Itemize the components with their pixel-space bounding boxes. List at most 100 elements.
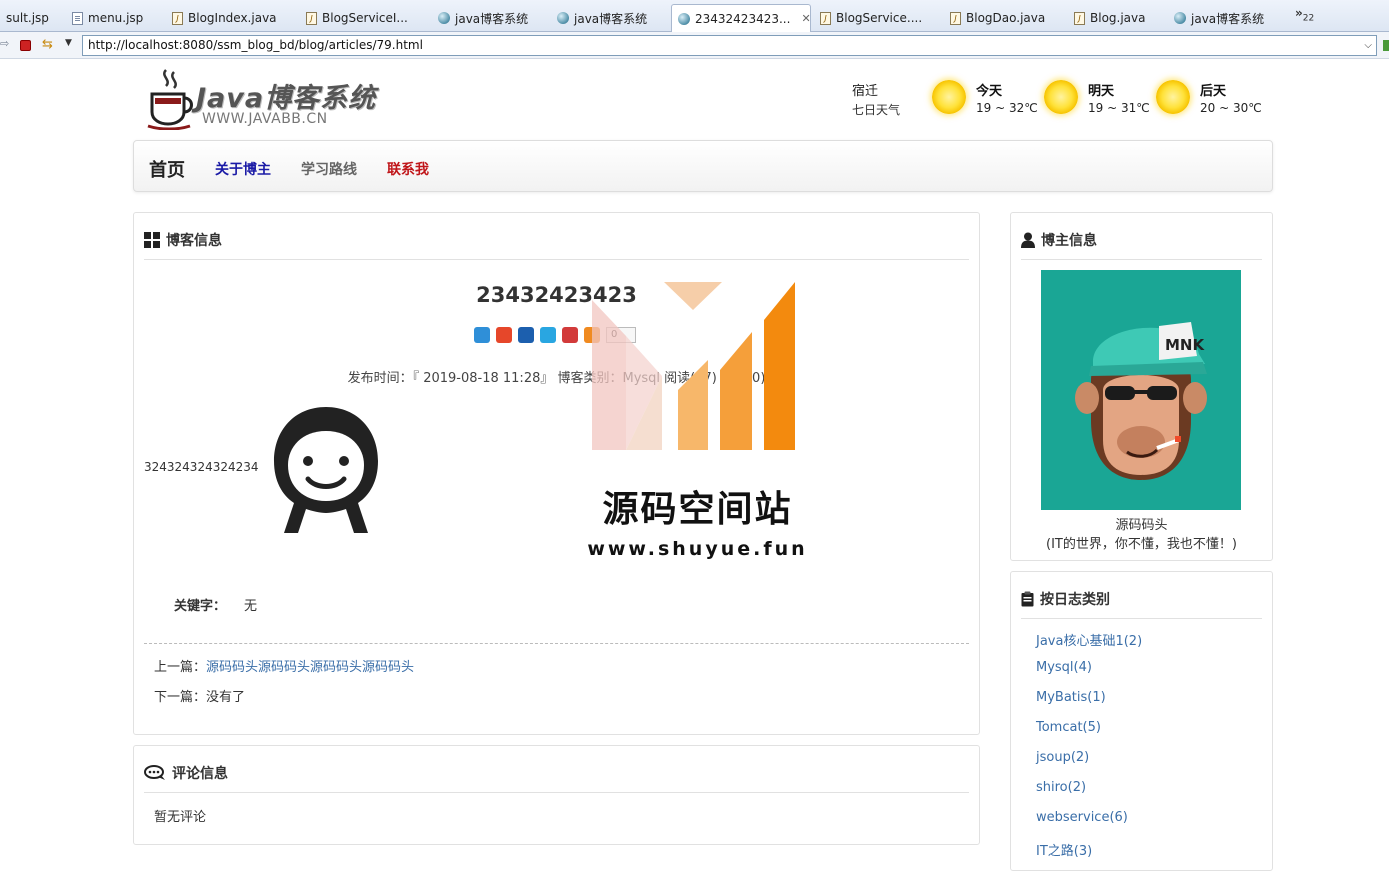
java-file-icon: J	[306, 11, 317, 25]
user-icon	[1021, 232, 1035, 248]
tab-label: java博客系统	[1191, 11, 1265, 26]
address-bar: ⇨ ⇆ ▼ http://localhost:8080/ssm_blog_bd/…	[0, 32, 1389, 59]
tab-blogindex-java[interactable]: J BlogIndex.java	[166, 6, 296, 30]
stop-icon[interactable]	[20, 40, 31, 51]
owner-name: 源码码头	[1115, 518, 1168, 533]
tab-label: BlogService....	[836, 11, 923, 25]
weather-city: 宿迁	[852, 84, 879, 99]
close-icon[interactable]: ✕	[801, 12, 810, 25]
weather-day-label: 明天	[1088, 84, 1115, 99]
tab-blogdao-java[interactable]: J BlogDao.java	[944, 6, 1054, 30]
nav-contact[interactable]: 联系我	[387, 159, 429, 179]
grid-icon	[144, 232, 160, 248]
sun-icon	[932, 80, 966, 114]
category-item[interactable]: Java核心基础1(2)	[1036, 630, 1142, 660]
weather-day-after: 后天 20 ~ 30℃	[1156, 78, 1266, 122]
prev-article: 上一篇：源码码头源码码头源码码头源码码头	[154, 656, 414, 675]
qzone-share-icon[interactable]	[474, 327, 490, 343]
globe-icon	[557, 12, 569, 24]
weather-day-temp: 19 ~ 31℃	[1088, 101, 1150, 115]
chevron-down-icon[interactable]: ▼	[65, 38, 72, 48]
divider	[144, 643, 969, 644]
category-list: Java核心基础1(2) Mysql(4) MyBatis(1) Tomcat(…	[1036, 630, 1142, 870]
coffee-cup-icon	[147, 69, 193, 131]
douban-share-icon[interactable]	[562, 327, 578, 343]
panel-header: 博主信息	[1021, 213, 1262, 260]
article-title: 23432423423	[476, 283, 637, 307]
tab-menu-jsp[interactable]: menu.jsp	[66, 6, 162, 30]
tab-blog-java[interactable]: J Blog.java	[1068, 6, 1158, 30]
weibo-share-icon[interactable]	[496, 327, 512, 343]
keywords-row: 关键字： 无	[174, 595, 257, 614]
sun-icon	[1156, 80, 1190, 114]
go-icon[interactable]	[1383, 40, 1389, 51]
weather-day-temp: 19 ~ 32℃	[976, 101, 1038, 115]
editor-tab-bar: sult.jsp menu.jsp J BlogIndex.java J Blo…	[0, 0, 1389, 32]
next-article-value: 没有了	[206, 690, 246, 705]
tqq-share-icon[interactable]	[540, 327, 556, 343]
tab-label: BlogDao.java	[966, 11, 1046, 25]
main-navbar: 首页 关于博主 学习路线 联系我	[133, 140, 1273, 192]
weather-today: 今天 19 ~ 32℃	[932, 78, 1042, 122]
tab-java-blog-3[interactable]: java博客系统	[1168, 6, 1286, 30]
panel-title: 按日志类别	[1040, 592, 1110, 608]
nav-learning-path[interactable]: 学习路线	[301, 159, 357, 179]
tab-blogservice[interactable]: J BlogService....	[814, 6, 942, 30]
tab-label: BlogServiceI...	[322, 11, 408, 25]
tab-article-active[interactable]: 23432423423... ✕	[671, 4, 811, 32]
tab-java-blog-1[interactable]: java博客系统	[432, 6, 546, 30]
category-item[interactable]: Tomcat(5)	[1036, 720, 1142, 750]
avatar-cap-text: MNK	[1165, 336, 1205, 354]
logo-title: Java博客系统	[196, 83, 377, 114]
monkey-avatar-image	[1041, 270, 1241, 510]
java-file-icon: J	[172, 11, 183, 25]
category-item[interactable]: webservice(6)	[1036, 810, 1142, 840]
java-file-icon: J	[1074, 11, 1085, 25]
tab-label: java博客系统	[574, 11, 648, 26]
avatar: MNK	[1041, 270, 1241, 510]
tab-label: Blog.java	[1090, 11, 1146, 25]
nav-home[interactable]: 首页	[149, 156, 185, 182]
tab-overflow-button[interactable]: »22	[1295, 6, 1314, 23]
tab-java-blog-2[interactable]: java博客系统	[551, 6, 667, 30]
java-file-icon: J	[950, 11, 961, 25]
tab-result-jsp[interactable]: sult.jsp	[0, 6, 62, 30]
article-body-text: 324324324324234	[144, 460, 259, 474]
renren-share-icon[interactable]	[518, 327, 534, 343]
weather-day-temp: 20 ~ 30℃	[1200, 101, 1262, 115]
category-item[interactable]: MyBatis(1)	[1036, 690, 1142, 720]
panel-title: 博客信息	[166, 233, 222, 249]
site-logo[interactable]: Java博客系统 WWW.JAVABB.CN	[146, 68, 386, 132]
tab-blogservicei[interactable]: J BlogServiceI...	[300, 6, 428, 30]
next-article: 下一篇：没有了	[154, 686, 245, 705]
category-item[interactable]: Mysql(4)	[1036, 660, 1142, 690]
weather-day-label: 后天	[1200, 84, 1227, 99]
tab-label: java博客系统	[455, 11, 529, 26]
panel-header: 评论信息	[144, 746, 969, 793]
nav-about[interactable]: 关于博主	[215, 159, 271, 179]
globe-icon	[1174, 12, 1186, 24]
weather-note: 七日天气	[852, 103, 901, 117]
category-item[interactable]: shiro(2)	[1036, 780, 1142, 810]
file-icon	[72, 11, 83, 25]
more-share-icon[interactable]	[584, 327, 600, 343]
panel-header: 博客信息	[144, 213, 969, 260]
no-comments-text: 暂无评论	[154, 810, 207, 825]
logo-subtitle: WWW.JAVABB.CN	[202, 111, 328, 127]
prev-article-link[interactable]: 源码码头源码码头源码码头源码码头	[206, 660, 414, 675]
blog-info-panel: 博客信息 23432423423 0 发布时间：『 2019-08-18 11:…	[133, 212, 980, 735]
prev-label: 上一篇：	[154, 660, 207, 675]
next-label: 下一篇：	[154, 690, 207, 705]
article-meta: 发布时间：『 2019-08-18 11:28』 博客类别：Mysql 阅读(1…	[347, 371, 766, 386]
category-item[interactable]: jsoup(2)	[1036, 750, 1142, 780]
category-item[interactable]: IT之路(3)	[1036, 840, 1142, 870]
panel-title: 评论信息	[172, 766, 228, 782]
owner-signature: (IT的世界，你不懂，我也不懂！)	[1046, 537, 1237, 552]
back-arrow-icon[interactable]: ⇨	[0, 38, 9, 49]
tab-label: sult.jsp	[6, 11, 49, 25]
url-input[interactable]: http://localhost:8080/ssm_blog_bd/blog/a…	[82, 35, 1377, 56]
refresh-icon[interactable]: ⇆	[42, 37, 53, 52]
url-dropdown-icon[interactable]: ⌵	[1364, 36, 1372, 55]
keywords-value: 无	[244, 599, 258, 614]
clipboard-icon	[1021, 591, 1034, 607]
